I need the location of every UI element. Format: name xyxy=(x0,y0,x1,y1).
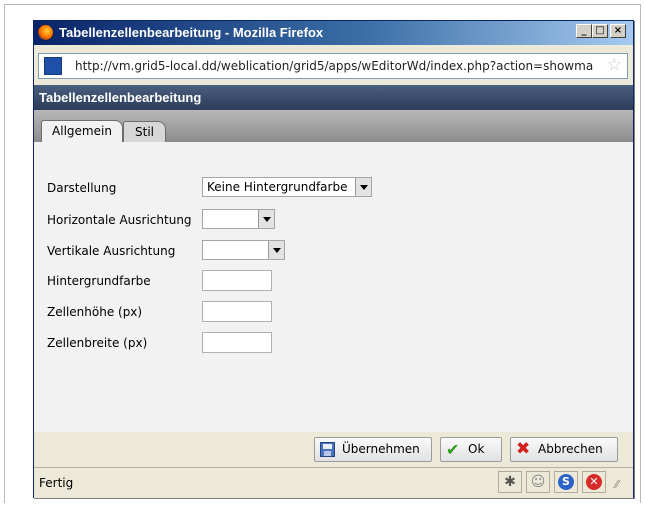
close-button[interactable]: × xyxy=(610,24,626,38)
tab-stil[interactable]: Stil xyxy=(123,121,166,142)
dialog-title: Tabellenzellenbearbeitung xyxy=(39,90,202,105)
firefox-icon xyxy=(37,24,54,41)
window-title: Tabellenzellenbearbeitung - Mozilla Fire… xyxy=(59,25,324,40)
apply-button[interactable]: Übernehmen xyxy=(314,437,432,462)
maximize-button[interactable]: □ xyxy=(592,24,608,38)
vertikale-ausrichtung-select[interactable] xyxy=(202,240,285,260)
bug-icon[interactable]: ✱ xyxy=(498,471,522,493)
stop-addon-button[interactable]: ✕ xyxy=(582,471,606,493)
horizontale-ausrichtung-label: Horizontale Ausrichtung xyxy=(47,213,192,227)
tab-strip: Allgemein Stil xyxy=(34,110,633,143)
site-identity-icon[interactable] xyxy=(44,57,62,75)
url-text: http://vm.grid5-local.dd/weblication/gri… xyxy=(75,59,594,73)
zellenhoehe-field[interactable] xyxy=(202,301,272,322)
cancel-button[interactable]: ✖ Abbrechen xyxy=(510,437,618,462)
check-icon: ✔ xyxy=(446,440,460,459)
chevron-down-icon[interactable] xyxy=(258,210,274,228)
status-bar: Fertig ✱ ☺ S ✕ ⁄⁄ xyxy=(34,467,633,498)
ok-button[interactable]: ✔ Ok xyxy=(440,437,502,462)
dialog-content: Darstellung Keine Hintergrundfarbe Horiz… xyxy=(34,142,633,433)
zellenbreite-label: Zellenbreite (px) xyxy=(47,336,148,350)
apply-label: Übernehmen xyxy=(342,442,420,456)
s-icon: S xyxy=(558,474,574,490)
button-bar: Übernehmen ✔ Ok ✖ Abbrechen xyxy=(34,432,633,466)
status-text: Fertig xyxy=(39,476,74,490)
darstellung-select[interactable]: Keine Hintergrundfarbe xyxy=(202,177,372,197)
title-bar[interactable]: Tabellenzellenbearbeitung - Mozilla Fire… xyxy=(34,21,633,45)
ok-label: Ok xyxy=(468,442,485,456)
url-bar: http://vm.grid5-local.dd/weblication/gri… xyxy=(34,45,633,85)
x-icon: ✖ xyxy=(516,439,531,459)
save-icon xyxy=(320,442,335,457)
star-icon[interactable]: ☆ xyxy=(607,56,622,75)
hintergrundfarbe-field[interactable] xyxy=(202,270,272,291)
zellenhoehe-label: Zellenhöhe (px) xyxy=(47,305,143,319)
addon-face-icon[interactable]: ☺ xyxy=(526,471,550,493)
chevron-down-icon[interactable] xyxy=(355,178,371,196)
resize-grip-icon[interactable]: ⁄⁄ xyxy=(615,478,619,491)
url-input[interactable]: http://vm.grid5-local.dd/weblication/gri… xyxy=(38,53,628,79)
darstellung-label: Darstellung xyxy=(47,181,117,195)
zellenbreite-field[interactable] xyxy=(202,332,272,353)
firefox-window: Tabellenzellenbearbeitung - Mozilla Fire… xyxy=(33,20,634,498)
cancel-label: Abbrechen xyxy=(538,442,603,456)
vertikale-ausrichtung-label: Vertikale Ausrichtung xyxy=(47,244,176,258)
minimize-button[interactable]: _ xyxy=(576,24,592,38)
darstellung-value: Keine Hintergrundfarbe xyxy=(207,180,348,194)
hintergrundfarbe-label: Hintergrundfarbe xyxy=(47,274,151,288)
chevron-down-icon[interactable] xyxy=(268,241,284,259)
dialog-header: Tabellenzellenbearbeitung xyxy=(34,85,633,110)
horizontale-ausrichtung-select[interactable] xyxy=(202,209,275,229)
tab-allgemein[interactable]: Allgemein xyxy=(41,120,123,143)
stop-icon: ✕ xyxy=(586,474,602,490)
s-addon-button[interactable]: S xyxy=(554,471,578,493)
